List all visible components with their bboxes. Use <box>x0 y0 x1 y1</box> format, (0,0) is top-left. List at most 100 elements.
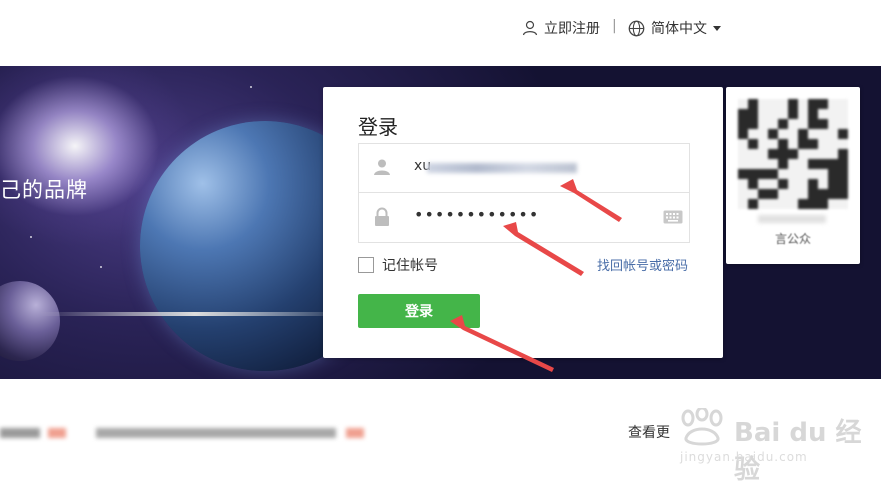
qr-module <box>778 109 788 119</box>
qr-module <box>758 179 768 189</box>
qr-module <box>738 149 748 159</box>
qr-module <box>748 119 758 129</box>
login-title: 登录 <box>358 115 398 139</box>
qr-module <box>838 139 848 149</box>
qr-code-panel: 言公众 <box>726 87 860 264</box>
qr-module <box>758 149 768 159</box>
qr-module <box>768 149 778 159</box>
qr-module <box>738 139 748 149</box>
keyboard-icon[interactable] <box>663 210 683 224</box>
username-field[interactable]: xu <box>359 144 689 192</box>
qr-module <box>798 149 808 159</box>
qr-module <box>828 169 838 179</box>
qr-module <box>768 159 778 169</box>
qr-module <box>828 109 838 119</box>
qr-module <box>758 169 768 179</box>
qr-module <box>828 119 838 129</box>
qr-module <box>738 119 748 129</box>
qr-module <box>808 99 818 109</box>
qr-module <box>788 179 798 189</box>
qr-module <box>778 99 788 109</box>
qr-module <box>738 159 748 169</box>
view-more-link[interactable]: 查看更 <box>628 422 670 442</box>
globe-icon <box>628 20 645 36</box>
qr-module <box>798 199 808 209</box>
qr-module <box>778 119 788 129</box>
qr-module <box>798 169 808 179</box>
star-decoration <box>100 266 102 268</box>
qr-module <box>828 159 838 169</box>
language-selector[interactable]: 简体中文 <box>628 18 721 38</box>
qr-module <box>828 189 838 199</box>
lock-icon <box>375 207 389 226</box>
qr-module <box>798 129 808 139</box>
qr-module <box>798 189 808 199</box>
qr-module <box>818 169 828 179</box>
qr-module <box>758 189 768 199</box>
qr-module <box>768 189 778 199</box>
remember-account[interactable]: 记住帐号 <box>358 255 438 275</box>
qr-module <box>838 109 848 119</box>
qr-module <box>838 189 848 199</box>
qr-module <box>748 189 758 199</box>
qr-module <box>778 179 788 189</box>
qr-module <box>808 119 818 129</box>
credential-fields: xu •••••••••••• <box>358 143 690 243</box>
qr-module <box>808 159 818 169</box>
paw-logo-icon <box>681 408 723 446</box>
password-field[interactable]: •••••••••••• <box>359 192 689 241</box>
qr-module <box>778 129 788 139</box>
qr-module <box>748 149 758 159</box>
qr-module <box>788 99 798 109</box>
forgot-password-link[interactable]: 找回帐号或密码 <box>597 255 688 274</box>
qr-module <box>808 139 818 149</box>
qr-module <box>818 119 828 129</box>
qr-module <box>748 179 758 189</box>
qr-module <box>838 159 848 169</box>
qr-module <box>808 199 818 209</box>
qr-module <box>838 129 848 139</box>
qr-module <box>818 99 828 109</box>
qr-module <box>778 199 788 209</box>
remember-checkbox[interactable] <box>358 257 374 273</box>
qr-module <box>808 109 818 119</box>
register-label: 立即注册 <box>544 21 600 37</box>
baidu-jingyan-watermark: Bai du 经验 jingyan.baidu.com <box>672 408 872 485</box>
qr-module <box>768 119 778 129</box>
qr-module <box>778 189 788 199</box>
qr-module <box>748 139 758 149</box>
watermark-brand: Bai du 经验 <box>734 418 862 485</box>
banner-shadow <box>40 312 350 316</box>
user-icon <box>374 159 390 175</box>
qr-module <box>748 99 758 109</box>
qr-module <box>778 139 788 149</box>
qr-module <box>788 199 798 209</box>
qr-module <box>818 139 828 149</box>
qr-module <box>808 179 818 189</box>
top-bar: 立即注册 | 简体中文 <box>0 0 881 66</box>
login-button[interactable]: 登录 <box>358 294 480 328</box>
notice-redacted <box>96 428 336 438</box>
qr-module <box>838 149 848 159</box>
notice-redacted <box>48 428 66 438</box>
qr-module <box>758 109 768 119</box>
banner-tagline: 己的品牌 <box>0 178 88 202</box>
remember-label: 记住帐号 <box>382 258 438 274</box>
redacted-username <box>427 163 577 173</box>
star-decoration <box>30 236 32 238</box>
header-separator: | <box>612 18 617 34</box>
qr-module <box>778 159 788 169</box>
qr-module <box>818 129 828 139</box>
qr-module <box>798 119 808 129</box>
qr-module <box>748 129 758 139</box>
register-link[interactable]: 立即注册 <box>522 18 600 38</box>
qr-module <box>808 129 818 139</box>
qr-module <box>828 129 838 139</box>
qr-module <box>818 159 828 169</box>
qr-module <box>748 169 758 179</box>
qr-module <box>738 109 748 119</box>
qr-module <box>738 129 748 139</box>
password-value: •••••••••••• <box>414 205 540 224</box>
qr-module <box>838 99 848 109</box>
qr-module <box>828 149 838 159</box>
